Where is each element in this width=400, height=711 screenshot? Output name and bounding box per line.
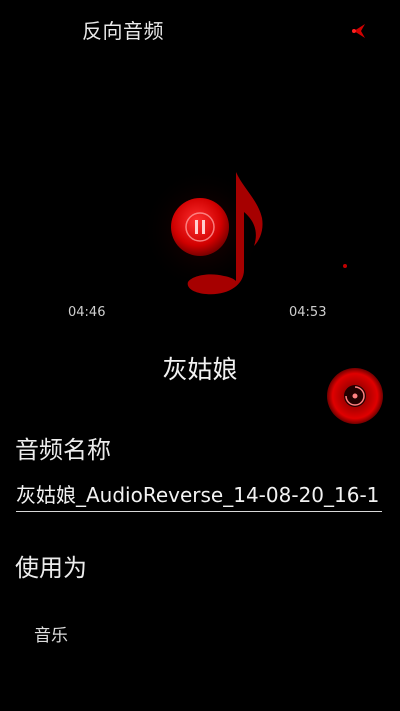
pause-button[interactable] — [170, 197, 230, 257]
share-button[interactable] — [346, 18, 372, 44]
share-icon — [352, 24, 365, 38]
audio-name-label: 音频名称 — [15, 436, 111, 464]
record-icon — [327, 368, 383, 424]
current-time: 04:46 — [68, 305, 106, 320]
audio-name-input[interactable] — [16, 478, 382, 512]
indicator-dot — [343, 264, 347, 268]
page-title: 反向音频 — [82, 19, 164, 43]
total-time: 04:53 — [289, 305, 327, 320]
pause-icon — [171, 198, 229, 256]
use-as-label: 使用为 — [15, 554, 87, 582]
record-button[interactable] — [326, 367, 384, 425]
use-as-option-music[interactable]: 音乐 — [34, 624, 68, 648]
